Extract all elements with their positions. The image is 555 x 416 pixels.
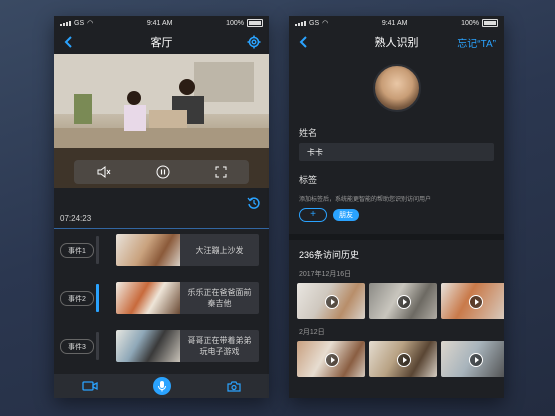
visit-thumbnail[interactable] <box>297 283 365 319</box>
event-marker <box>96 284 99 312</box>
timeline-time: 07:24:23 <box>60 214 92 223</box>
video-controls <box>74 160 249 184</box>
page-title: 客厅 <box>150 37 173 49</box>
bottom-toolbar <box>54 374 269 398</box>
carrier-label: GS <box>309 19 320 27</box>
play-icon <box>469 353 483 367</box>
tags-hint: 添加标签后，系统能更智能的帮助您识别访问用户 <box>299 197 432 203</box>
battery-label: 100% <box>461 19 479 27</box>
signal-icon <box>60 20 71 26</box>
gear-icon[interactable] <box>247 35 261 49</box>
event-description: 哥哥正在带着弟弟玩电子游戏 <box>187 336 252 356</box>
mic-button[interactable] <box>153 377 172 395</box>
visit-thumbnail[interactable] <box>441 283 504 319</box>
event-item[interactable]: 事件1 大汪蹦上沙发 <box>54 234 269 268</box>
event-marker <box>96 236 99 264</box>
event-tag: 事件3 <box>60 339 94 354</box>
visit-thumbnail[interactable] <box>369 283 437 319</box>
signal-icon <box>295 20 306 26</box>
speaker-mute-icon[interactable] <box>97 166 111 178</box>
date-label: 2月12日 <box>299 329 325 336</box>
date-label: 2017年12月16日 <box>299 271 352 278</box>
clock: 9:41 AM <box>381 19 408 27</box>
event-thumbnail <box>116 282 180 314</box>
forget-button[interactable]: 忘记“TA” <box>457 35 496 50</box>
live-view-screen: GS ◠ 9:41 AM 100% 客厅 07:24:23 事件1 大汪蹦上沙发… <box>54 16 269 398</box>
camera-icon[interactable] <box>227 380 241 392</box>
tag-chip[interactable]: 朋友 <box>333 209 359 221</box>
face-recognition-screen: GS ◠ 9:41 AM 100% 熟人识别 忘记“TA” 姓名 卡卡 标签 添… <box>289 16 504 398</box>
fullscreen-icon[interactable] <box>215 166 227 178</box>
wifi-icon: ◠ <box>87 20 94 27</box>
page-title: 熟人识别 <box>374 37 419 49</box>
nav-bar: 客厅 <box>54 30 269 54</box>
timeline-cursor <box>54 228 269 229</box>
chevron-left-icon[interactable] <box>62 35 76 49</box>
play-icon <box>325 295 339 309</box>
event-card[interactable]: 大汪蹦上沙发 <box>116 234 259 266</box>
play-icon <box>325 353 339 367</box>
history-row <box>54 188 269 216</box>
visit-thumbnail[interactable] <box>369 341 437 377</box>
play-icon <box>397 295 411 309</box>
battery-label: 100% <box>226 19 244 27</box>
avatar-section <box>289 54 504 114</box>
history-icon[interactable] <box>247 196 261 210</box>
event-description: 大汪蹦上沙发 <box>195 245 244 255</box>
event-timeline[interactable]: 07:24:23 事件1 大汪蹦上沙发 事件2 乐乐正在爸爸面前秦吉他 事件3 … <box>54 214 269 396</box>
status-bar: GS ◠ 9:41 AM 100% <box>54 16 269 30</box>
nav-bar: 熟人识别 忘记“TA” <box>289 30 504 54</box>
battery-icon <box>246 19 263 27</box>
event-thumbnail <box>116 234 180 266</box>
visit-thumb-row <box>289 341 504 377</box>
live-video[interactable] <box>54 54 269 188</box>
name-field[interactable]: 卡卡 <box>299 143 494 161</box>
play-icon <box>469 295 483 309</box>
visit-history-title: 236条访问历史 <box>299 250 360 260</box>
event-card[interactable]: 乐乐正在爸爸面前秦吉他 <box>116 282 259 314</box>
visit-thumb-row <box>289 283 504 319</box>
event-item[interactable]: 事件2 乐乐正在爸爸面前秦吉他 <box>54 282 269 316</box>
event-tag: 事件2 <box>60 291 94 306</box>
battery-icon <box>481 19 498 27</box>
carrier-label: GS <box>74 19 85 27</box>
chevron-left-icon[interactable] <box>297 35 311 49</box>
event-card[interactable]: 哥哥正在带着弟弟玩电子游戏 <box>116 330 259 362</box>
visit-thumbnail[interactable] <box>297 341 365 377</box>
play-icon <box>397 353 411 367</box>
pause-icon[interactable] <box>156 165 170 179</box>
clock: 9:41 AM <box>146 19 173 27</box>
tags-label: 标签 <box>299 175 318 185</box>
event-description: 乐乐正在爸爸面前秦吉他 <box>187 288 252 308</box>
visit-thumbnail[interactable] <box>441 341 504 377</box>
event-item[interactable]: 事件3 哥哥正在带着弟弟玩电子游戏 <box>54 330 269 364</box>
event-tag: 事件1 <box>60 243 94 258</box>
name-label: 姓名 <box>299 128 318 138</box>
wifi-icon: ◠ <box>322 20 329 27</box>
status-bar: GS ◠ 9:41 AM 100% <box>289 16 504 30</box>
event-thumbnail <box>116 330 180 362</box>
avatar[interactable] <box>372 64 421 112</box>
event-marker <box>96 332 99 360</box>
tag-list: + 朋友 <box>289 203 504 222</box>
video-camera-icon[interactable] <box>82 380 98 392</box>
microphone-icon <box>158 381 167 392</box>
add-tag-button[interactable]: + <box>299 208 327 222</box>
